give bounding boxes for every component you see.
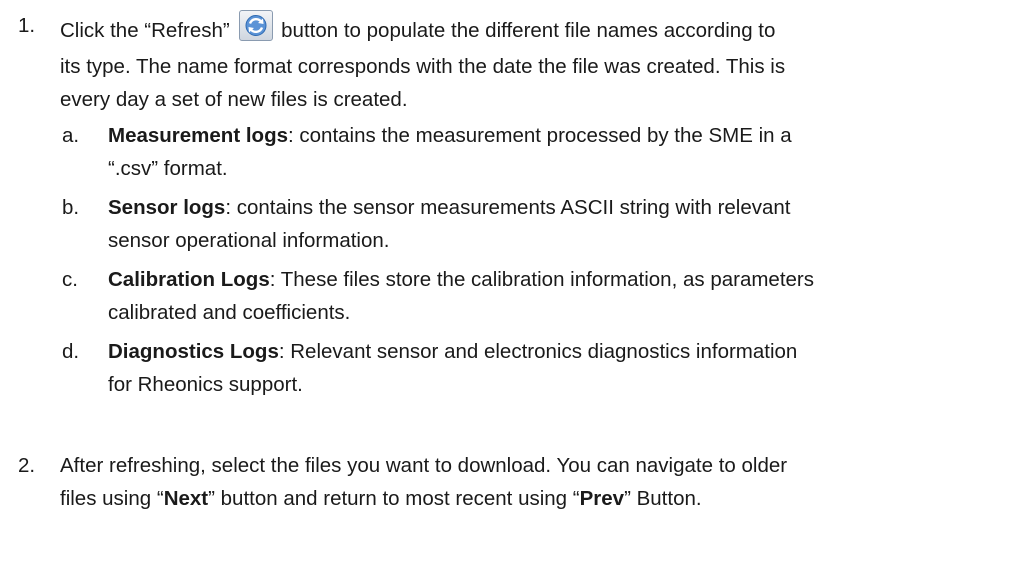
next-label: Next bbox=[163, 487, 209, 510]
step-1-line-3: every day a set of new files is created. bbox=[60, 88, 408, 111]
refresh-icon bbox=[245, 15, 267, 36]
sub-item-c-line-1: Calibration Logs: These files store the … bbox=[108, 268, 814, 292]
list-number: 1. bbox=[18, 14, 36, 37]
sub-item-c-text: : These files store the calibration info… bbox=[269, 268, 815, 291]
sub-item-b-text: : contains the sensor measurements ASCII… bbox=[225, 196, 791, 219]
sub-item-c-term: Calibration Logs bbox=[108, 268, 270, 291]
refresh-button[interactable] bbox=[239, 10, 274, 41]
sub-item-b-line-1: Sensor logs: contains the sensor measure… bbox=[108, 196, 791, 220]
step-2-line-2: files using “Next” button and return to … bbox=[60, 487, 702, 511]
step-2-line-1: After refreshing, select the files you w… bbox=[60, 454, 788, 477]
list-item-step-1: 1. Click the “Refresh” button to populat… bbox=[0, 0, 1029, 440]
list-number: 2. bbox=[18, 454, 36, 477]
sub-item-d-text: : Relevant sensor and electronics diagno… bbox=[278, 340, 798, 363]
step-1-text-before: Click the “Refresh” bbox=[60, 19, 230, 42]
sub-item-letter-a: a. bbox=[62, 124, 80, 147]
list-item-step-2: 2. After refreshing, select the files yo… bbox=[0, 440, 1029, 568]
step-1-text-after: button to populate the different file na… bbox=[281, 19, 776, 42]
sub-item-d-line-2: for Rheonics support. bbox=[108, 373, 303, 396]
sub-item-b-term: Sensor logs bbox=[108, 196, 226, 219]
sub-item-letter-c: c. bbox=[62, 268, 78, 291]
sub-item-a-line-1: Measurement logs: contains the measureme… bbox=[108, 124, 792, 148]
sub-item-a-text: : contains the measurement processed by … bbox=[288, 124, 792, 147]
step-2-text-a: files using “ bbox=[60, 487, 164, 510]
document-page: 1. Click the “Refresh” button to populat… bbox=[0, 0, 1029, 568]
step-2-text-c: ” Button. bbox=[624, 487, 702, 510]
sub-item-d-line-1: Diagnostics Logs: Relevant sensor and el… bbox=[108, 340, 797, 364]
sub-item-b-line-2: sensor operational information. bbox=[108, 229, 390, 252]
step-2-text-b: ” button and return to most recent using… bbox=[208, 487, 580, 510]
step-1-line-1: Click the “Refresh” button to populate t… bbox=[60, 10, 776, 45]
step-1-line-2: its type. The name format corresponds wi… bbox=[60, 55, 786, 78]
sub-item-letter-b: b. bbox=[62, 196, 80, 219]
sub-item-c-line-2: calibrated and coefficients. bbox=[108, 301, 351, 324]
sub-item-letter-d: d. bbox=[62, 340, 80, 363]
sub-item-a-line-2: “.csv” format. bbox=[108, 157, 228, 180]
sub-item-a-term: Measurement logs bbox=[108, 124, 288, 147]
prev-label: Prev bbox=[579, 487, 625, 510]
sub-item-d-term: Diagnostics Logs bbox=[108, 340, 279, 363]
